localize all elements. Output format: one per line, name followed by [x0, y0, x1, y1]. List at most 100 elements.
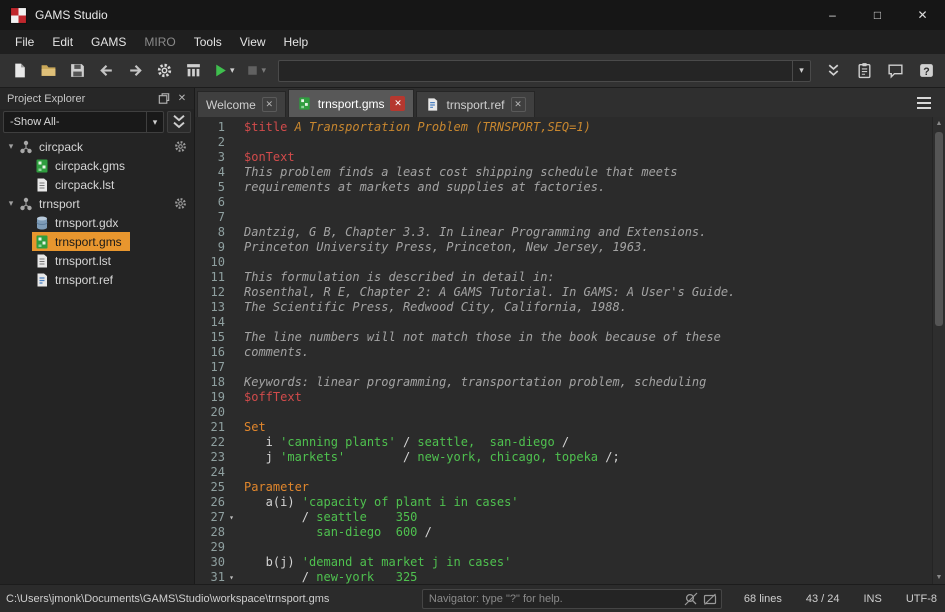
- file-item-trnsport.gdx[interactable]: trnsport.gdx: [0, 213, 194, 232]
- code-line-12[interactable]: 12Rosenthal, R E, Chapter 2: A GAMS Tuto…: [195, 285, 932, 300]
- code-line-3[interactable]: 3$onText: [195, 150, 932, 165]
- hamburger-menu-icon[interactable]: [911, 92, 937, 114]
- code-line-11[interactable]: 11This formulation is described in detai…: [195, 270, 932, 285]
- file-item-trnsport.ref[interactable]: trnsport.ref: [0, 270, 194, 289]
- code-line-5[interactable]: 5requirements at markets and supplies at…: [195, 180, 932, 195]
- code-line-13[interactable]: 13The Scientific Press, Redwood City, Ca…: [195, 300, 932, 315]
- close-button[interactable]: ✕: [900, 0, 945, 30]
- file-item-circpack.gms[interactable]: circpack.gms: [0, 156, 194, 175]
- code-line-20[interactable]: 20: [195, 405, 932, 420]
- scroll-up-icon[interactable]: ▲: [933, 117, 945, 130]
- file-item-trnsport.gms[interactable]: trnsport.gms: [0, 232, 194, 251]
- code-line-2[interactable]: 2: [195, 135, 932, 150]
- chevron-down-icon[interactable]: ▾: [792, 61, 810, 81]
- tab-trnsport-gms[interactable]: trnsport.gms✕: [288, 89, 415, 117]
- project-options-icon[interactable]: [173, 196, 188, 211]
- code-line-28[interactable]: 28 san-diego 600 /: [195, 525, 932, 540]
- code-line-7[interactable]: 7: [195, 210, 932, 225]
- run-button[interactable]: ▾: [209, 58, 238, 84]
- project-filter-select[interactable]: -Show All- ▾: [3, 111, 164, 133]
- tab-welcome[interactable]: Welcome✕: [197, 91, 286, 117]
- code-line-14[interactable]: 14: [195, 315, 932, 330]
- file-item-circpack.lst[interactable]: circpack.lst: [0, 175, 194, 194]
- maximize-button[interactable]: □: [855, 0, 900, 30]
- collapse-all-button[interactable]: [167, 111, 191, 133]
- code-line-27[interactable]: 27▾ / seattle 350: [195, 510, 932, 525]
- fold-marker-icon[interactable]: ▾: [225, 510, 238, 525]
- clipboard-button[interactable]: [851, 58, 877, 84]
- menu-tools[interactable]: Tools: [185, 32, 231, 52]
- fold-gutter: [225, 210, 238, 225]
- project-group-circpack[interactable]: ▾circpack: [0, 137, 194, 156]
- scrollbar-thumb[interactable]: [935, 132, 943, 326]
- fold-marker-icon[interactable]: ▾: [225, 570, 238, 584]
- save-button[interactable]: [64, 58, 90, 84]
- menu-file[interactable]: File: [6, 32, 43, 52]
- code-line-24[interactable]: 24: [195, 465, 932, 480]
- code-line-15[interactable]: 15The line numbers will not match those …: [195, 330, 932, 345]
- minimize-button[interactable]: –: [810, 0, 855, 30]
- gms-file-icon: [34, 234, 50, 250]
- menu-edit[interactable]: Edit: [43, 32, 82, 52]
- ref-file-icon: [425, 97, 440, 112]
- back-button[interactable]: [93, 58, 119, 84]
- editor-scrollbar[interactable]: ▲ ▼: [932, 117, 945, 584]
- code-editor[interactable]: 1$title A Transportation Problem (TRNSPO…: [195, 117, 932, 584]
- code-line-23[interactable]: 23 j 'markets' / new-york, chicago, tope…: [195, 450, 932, 465]
- help-button[interactable]: ?: [913, 58, 939, 84]
- line-number: 2: [195, 135, 225, 150]
- run-parameters-combo[interactable]: ▾: [278, 60, 811, 82]
- code-line-22[interactable]: 22 i 'canning plants' / seattle, san-die…: [195, 435, 932, 450]
- code-line-16[interactable]: 16comments.: [195, 345, 932, 360]
- code-line-4[interactable]: 4This problem finds a least cost shippin…: [195, 165, 932, 180]
- tab-close-icon[interactable]: ✕: [262, 97, 277, 112]
- navigator-filter-off-icon[interactable]: [702, 591, 718, 607]
- menu-help[interactable]: Help: [275, 32, 318, 52]
- code-line-26[interactable]: 26 a(i) 'capacity of plant i in cases': [195, 495, 932, 510]
- code-line-31[interactable]: 31▾ / new-york 325: [195, 570, 932, 584]
- stop-button[interactable]: ▾: [241, 58, 270, 84]
- menu-view[interactable]: View: [231, 32, 275, 52]
- chevron-down-icon: ▾: [146, 112, 163, 132]
- code-line-10[interactable]: 10: [195, 255, 932, 270]
- code-text: The Scientific Press, Redwood City, Cali…: [238, 300, 627, 315]
- tab-close-icon[interactable]: ✕: [511, 97, 526, 112]
- float-panel-icon[interactable]: [156, 91, 172, 106]
- settings-button[interactable]: [151, 58, 177, 84]
- chevron-down-icon[interactable]: ▾: [230, 66, 235, 75]
- code-line-9[interactable]: 9Princeton University Press, Princeton, …: [195, 240, 932, 255]
- code-line-6[interactable]: 6: [195, 195, 932, 210]
- settings-icon: [156, 62, 173, 79]
- code-line-19[interactable]: 19$offText: [195, 390, 932, 405]
- new-file-button[interactable]: [6, 58, 32, 84]
- project-options-icon[interactable]: [173, 139, 188, 154]
- navigator-input[interactable]: [423, 593, 683, 605]
- model-library-button[interactable]: [180, 58, 206, 84]
- project-group-trnsport[interactable]: ▾trnsport: [0, 194, 194, 213]
- code-line-8[interactable]: 8Dantzig, G B, Chapter 3.3. In Linear Pr…: [195, 225, 932, 240]
- code-line-1[interactable]: 1$title A Transportation Problem (TRNSPO…: [195, 120, 932, 135]
- forward-button[interactable]: [122, 58, 148, 84]
- code-line-17[interactable]: 17: [195, 360, 932, 375]
- code-line-29[interactable]: 29: [195, 540, 932, 555]
- close-panel-icon[interactable]: ✕: [174, 91, 190, 106]
- scrollbar-track[interactable]: [933, 130, 945, 571]
- file-item-trnsport.lst[interactable]: trnsport.lst: [0, 251, 194, 270]
- double-chevron-button[interactable]: [820, 58, 846, 84]
- navigator-search-off-icon[interactable]: [683, 591, 699, 607]
- tab-close-icon[interactable]: ✕: [390, 96, 405, 111]
- chevron-down-icon[interactable]: ▾: [262, 66, 267, 75]
- code-line-21[interactable]: 21Set: [195, 420, 932, 435]
- code-line-18[interactable]: 18Keywords: linear programming, transpor…: [195, 375, 932, 390]
- code-line-25[interactable]: 25Parameter: [195, 480, 932, 495]
- open-folder-button[interactable]: [35, 58, 61, 84]
- line-number: 16: [195, 345, 225, 360]
- menu-miro[interactable]: MIRO: [135, 32, 184, 52]
- menu-gams[interactable]: GAMS: [82, 32, 135, 52]
- tree-expand-icon[interactable]: ▾: [4, 198, 18, 209]
- chat-button[interactable]: [882, 58, 908, 84]
- scroll-down-icon[interactable]: ▼: [933, 571, 945, 584]
- code-line-30[interactable]: 30 b(j) 'demand at market j in cases': [195, 555, 932, 570]
- tree-expand-icon[interactable]: ▾: [4, 141, 18, 152]
- tab-trnsport-ref[interactable]: trnsport.ref✕: [416, 91, 534, 117]
